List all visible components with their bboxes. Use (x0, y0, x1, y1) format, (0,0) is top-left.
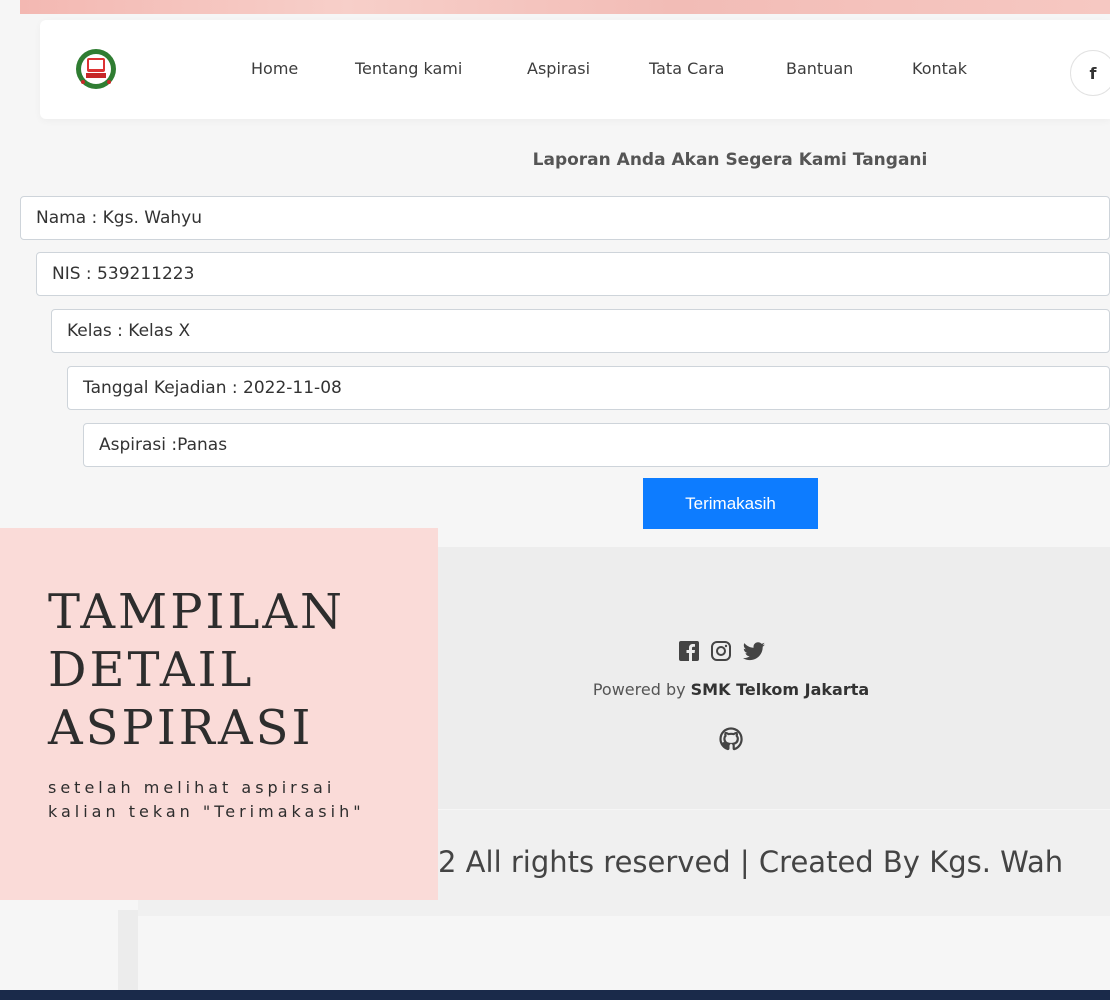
bottom-bar (0, 990, 1110, 1000)
twitter-icon[interactable] (742, 640, 766, 662)
field-nis: NIS : 539211223 (36, 252, 1110, 296)
page-margin-column (118, 910, 138, 990)
github-link[interactable] (719, 727, 743, 755)
nav-aspirasi[interactable]: Aspirasi (527, 59, 590, 78)
nav-home[interactable]: Home (251, 59, 298, 78)
terimakasih-button[interactable]: Terimakasih (643, 478, 818, 529)
annotation-description: setelah melihat aspirsai kalian tekan "T… (48, 778, 365, 821)
navbar: Home Tentang kami Aspirasi Tata Cara Ban… (40, 20, 1110, 119)
powered-prefix: Powered by (592, 680, 691, 699)
footer: Powered by SMK Telkom Jakarta (438, 547, 1110, 809)
header-banner-strip (20, 0, 1110, 14)
field-kelas: Kelas : Kelas X (51, 309, 1110, 353)
facebook-icon[interactable]: f (1070, 50, 1110, 96)
github-icon (719, 727, 743, 751)
instagram-icon[interactable] (710, 640, 732, 662)
school-emblem-icon (76, 49, 116, 89)
annotation-title: TAMPILAN DETAIL ASPIRASI (48, 584, 345, 756)
nav-tata-cara[interactable]: Tata Cara (649, 59, 724, 78)
facebook-icon[interactable] (678, 640, 700, 662)
nav-tentang-kami[interactable]: Tentang kami (355, 59, 462, 78)
annotation-panel: TAMPILAN DETAIL ASPIRASI setelah melihat… (0, 528, 438, 900)
nav-bantuan[interactable]: Bantuan (786, 59, 853, 78)
field-tanggal-kejadian: Tanggal Kejadian : 2022-11-08 (67, 366, 1110, 410)
field-aspirasi: Aspirasi :Panas (83, 423, 1110, 467)
school-logo[interactable] (75, 48, 117, 90)
field-nama: Nama : Kgs. Wahyu (20, 196, 1110, 240)
page-heading: Laporan Anda Akan Segera Kami Tangani (532, 150, 928, 170)
copyright-text: 2 All rights reserved | Created By Kgs. … (438, 845, 1064, 879)
powered-by-text: Powered by SMK Telkom Jakarta (438, 680, 1024, 699)
footer-social-icons (678, 640, 766, 662)
powered-brand: SMK Telkom Jakarta (690, 680, 870, 699)
nav-kontak[interactable]: Kontak (912, 59, 967, 78)
